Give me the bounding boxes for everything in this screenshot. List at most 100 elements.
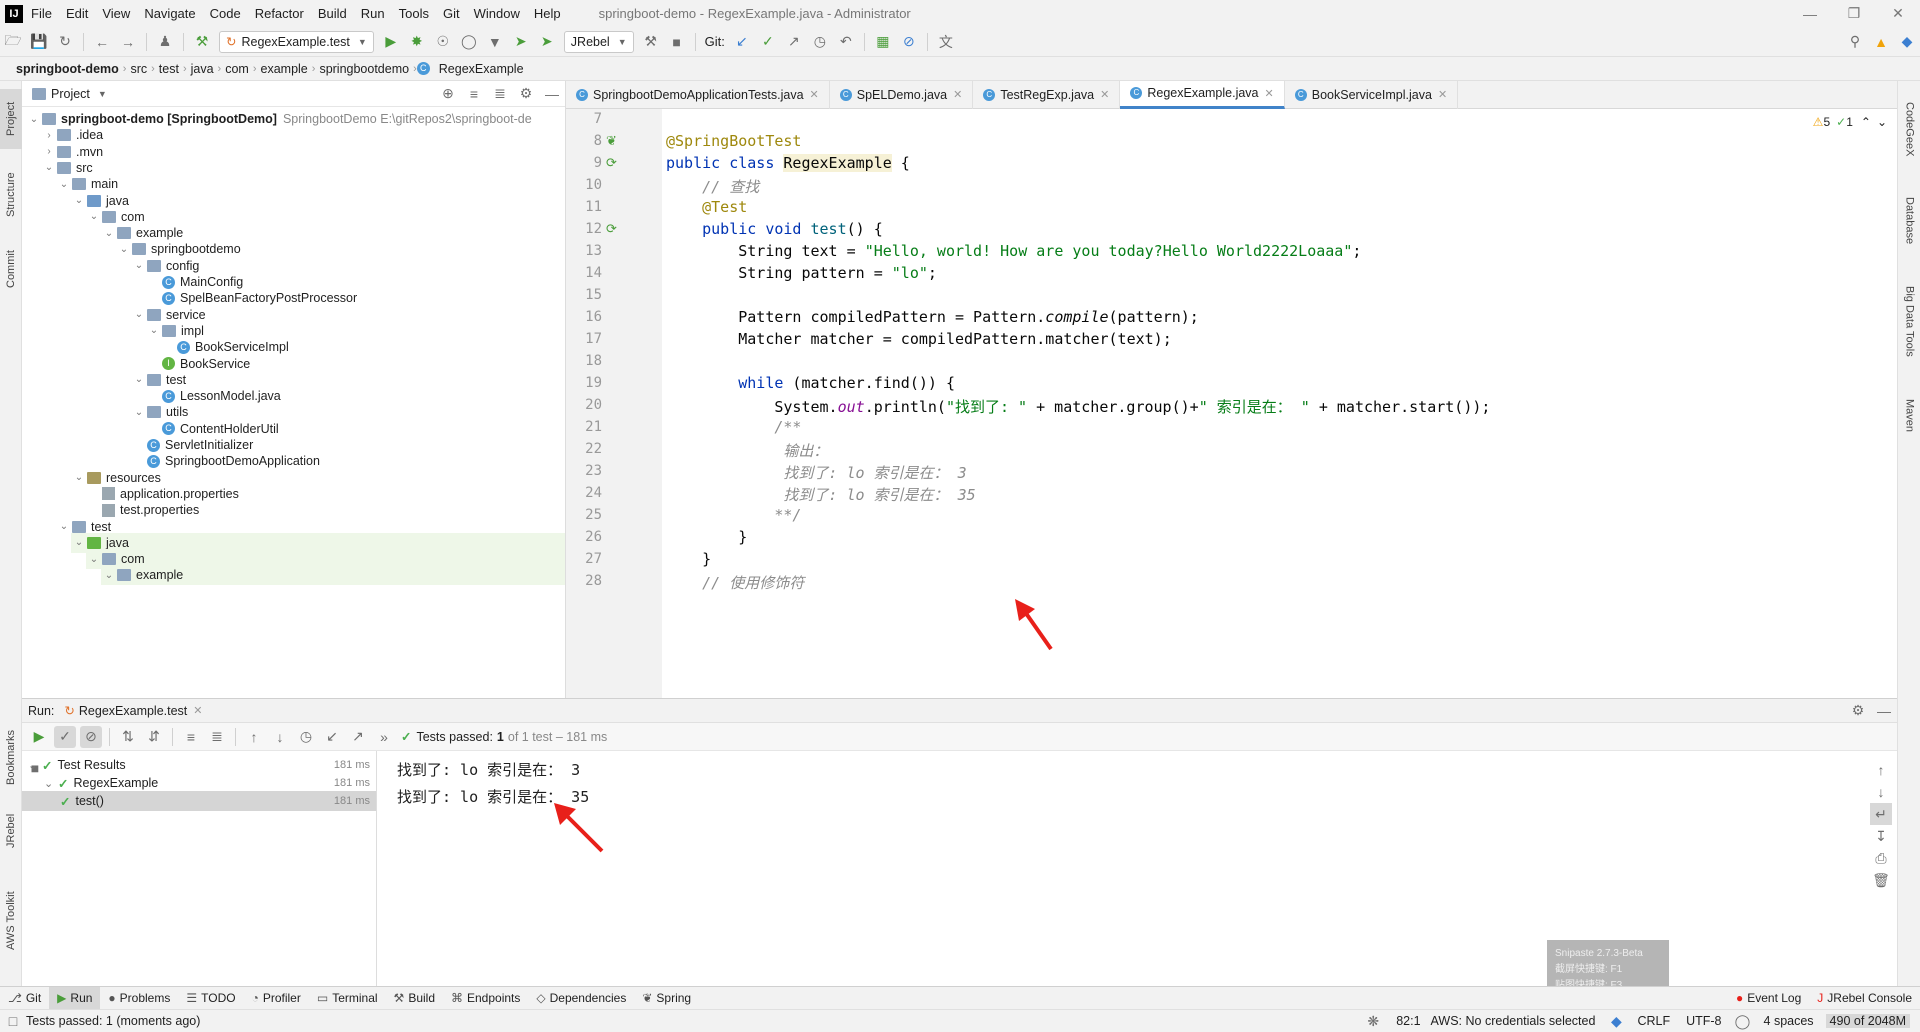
editor-tab[interactable]: C BookServiceImpl.java ✕ [1285, 80, 1459, 109]
layout-icon[interactable]: □ [2, 1010, 24, 1032]
collapse-all-icon[interactable]: ≣ [489, 83, 511, 105]
breadcrumb-item[interactable]: src [130, 62, 147, 76]
rerun-icon[interactable]: ▶ [28, 726, 50, 748]
maximize-button[interactable]: ❐ [1832, 5, 1876, 22]
chevron-up-icon[interactable]: ⌃ [1861, 115, 1871, 129]
import-icon[interactable]: ↙ [321, 726, 343, 748]
breadcrumb-item[interactable]: springboot-demo [16, 62, 119, 76]
chevron-icon[interactable]: ⌄ [56, 521, 72, 532]
chevron-icon[interactable]: ⌄ [101, 570, 117, 581]
show-passed-icon[interactable]: ✓ [54, 725, 76, 748]
chevron-icon[interactable]: ⌄ [71, 537, 87, 548]
back-icon[interactable]: ← [91, 31, 113, 53]
event-log-tab[interactable]: ● Event Log [1728, 987, 1809, 1010]
menu-help[interactable]: Help [534, 6, 561, 21]
up-icon[interactable]: ↑ [1870, 759, 1892, 781]
user-icon[interactable]: ♟ [154, 31, 176, 53]
translate-icon[interactable]: 文 [935, 31, 957, 53]
chevron-icon[interactable]: ⌄ [41, 162, 57, 173]
inspection-widget[interactable]: ⚠ 5 ✓ 1 ⌃ ⌄ [1813, 115, 1887, 129]
menu-navigate[interactable]: Navigate [144, 6, 195, 21]
chevron-icon[interactable]: ⌄ [86, 211, 102, 222]
next-icon[interactable]: ↓ [269, 726, 291, 748]
bottom-tab-profiler[interactable]: ◔ Profiler [244, 987, 309, 1010]
expand-all-icon[interactable]: ≡ [463, 83, 485, 105]
chevron-icon[interactable]: ⌄ [86, 554, 102, 565]
debug-icon[interactable]: ✸ [406, 31, 428, 53]
build-hammer-icon[interactable]: ⚒ [191, 31, 213, 53]
statistics-icon[interactable]: ▦ [872, 31, 894, 53]
code-line[interactable]: Matcher matcher = compiledPattern.matche… [666, 330, 1172, 348]
editor-tab[interactable]: C RegexExample.java ✕ [1120, 80, 1285, 109]
close-tab-icon[interactable]: ✕ [1265, 87, 1274, 100]
tool-tab-commit[interactable]: Commit [0, 239, 22, 299]
code-line[interactable]: while (matcher.find()) { [666, 374, 955, 392]
more-icon[interactable]: » [373, 726, 395, 748]
scroll-end-icon[interactable]: ↧ [1870, 825, 1892, 847]
code-line[interactable]: String text = "Hello, world! How are you… [666, 242, 1361, 260]
editor-tab[interactable]: C SpELDemo.java ✕ [830, 80, 974, 109]
tool-tab-project[interactable]: Project [0, 89, 22, 149]
gear-icon[interactable]: ⚙ [1847, 700, 1869, 722]
bottom-tab-todo[interactable]: ☰ TODO [178, 987, 243, 1010]
chevron-icon[interactable]: › [41, 130, 57, 141]
print-icon[interactable]: ⎙ [1870, 847, 1892, 869]
save-icon[interactable]: 💾 [28, 31, 50, 53]
code-line[interactable]: 找到了: lo 索引是在： 35 [666, 484, 975, 505]
power-save-icon[interactable]: ⊘ [898, 31, 920, 53]
show-ignored-icon[interactable]: ⊘ [80, 725, 102, 748]
menu-window[interactable]: Window [474, 6, 520, 21]
history-icon[interactable]: ◷ [295, 726, 317, 748]
open-folder-icon[interactable]: 🗁 [2, 31, 24, 53]
tool-tab-aws-toolkit[interactable]: AWS Toolkit [0, 881, 22, 961]
bottom-tab-dependencies[interactable]: ◇ Dependencies [528, 987, 634, 1010]
git-branch-icon[interactable]: ◆ [1605, 1010, 1627, 1032]
chevron-icon[interactable]: ⌄ [101, 228, 117, 239]
tool-tab-big-data-tools[interactable]: Big Data Tools [1898, 271, 1920, 371]
menu-refactor[interactable]: Refactor [255, 6, 304, 21]
aws-status[interactable]: AWS: No credentials selected [1431, 1014, 1596, 1028]
breadcrumb-item[interactable]: test [159, 62, 179, 76]
file-encoding[interactable]: UTF-8 [1686, 1014, 1721, 1028]
code-line[interactable]: } [666, 550, 711, 568]
code-line[interactable]: // 查找 [666, 176, 759, 197]
sort-alpha-icon[interactable]: ⇅ [117, 726, 139, 748]
code-line[interactable]: // 使用修饰符 [666, 572, 804, 593]
tool-tab-database[interactable]: Database [1898, 185, 1920, 257]
editor-tab[interactable]: C TestRegExp.java ✕ [973, 80, 1121, 109]
code-line[interactable]: public void test() { [666, 220, 883, 238]
code-line[interactable]: @Test [666, 198, 747, 216]
close-icon[interactable]: ✕ [193, 704, 202, 717]
sort-duration-icon[interactable]: ⇵ [143, 726, 165, 748]
tool-tab-maven[interactable]: Maven [1898, 386, 1920, 446]
breadcrumb-item[interactable]: com [225, 62, 249, 76]
breadcrumb-item[interactable]: example [261, 62, 308, 76]
test-tree-item[interactable]: ⌄ ✓ Test Results 181 ms [22, 755, 376, 775]
breadcrumb-item[interactable]: springbootdemo [319, 62, 409, 76]
hide-icon[interactable]: — [1873, 700, 1895, 722]
jrebel-run-icon[interactable]: ➤ [510, 31, 532, 53]
code-line[interactable]: /** [666, 418, 801, 436]
chevron-down-icon[interactable]: ▼ [98, 89, 107, 99]
locate-icon[interactable]: ⊕ [437, 83, 459, 105]
search-icon[interactable]: ⚲ [1844, 31, 1866, 53]
expand-all-icon[interactable]: ≡ [180, 726, 202, 748]
profile-icon[interactable]: ◯ [458, 31, 480, 53]
chevron-icon[interactable]: › [41, 146, 57, 157]
chevron-icon[interactable]: ⌄ [146, 325, 162, 336]
menu-git[interactable]: Git [443, 6, 460, 21]
soft-wrap-icon[interactable]: ↵ [1870, 803, 1892, 825]
breadcrumb-item[interactable]: java [191, 62, 214, 76]
export-icon[interactable]: ↗ [347, 726, 369, 748]
indent-setting[interactable]: 4 spaces [1764, 1014, 1814, 1028]
code-line[interactable]: Pattern compiledPattern = Pattern.compil… [666, 308, 1199, 326]
forward-icon[interactable]: → [117, 31, 139, 53]
close-tab-icon[interactable]: ✕ [1438, 88, 1447, 101]
chevron-down-icon[interactable]: ⌄ [44, 777, 58, 790]
code-line[interactable]: public class RegexExample { [666, 154, 910, 172]
git-commit-icon[interactable]: ✓ [757, 31, 779, 53]
run-icon[interactable]: ▶ [380, 31, 402, 53]
tool-tab-codegeex[interactable]: CodeGeeX [1898, 89, 1920, 169]
menu-edit[interactable]: Edit [66, 6, 88, 21]
rollback-icon[interactable]: ↶ [835, 31, 857, 53]
